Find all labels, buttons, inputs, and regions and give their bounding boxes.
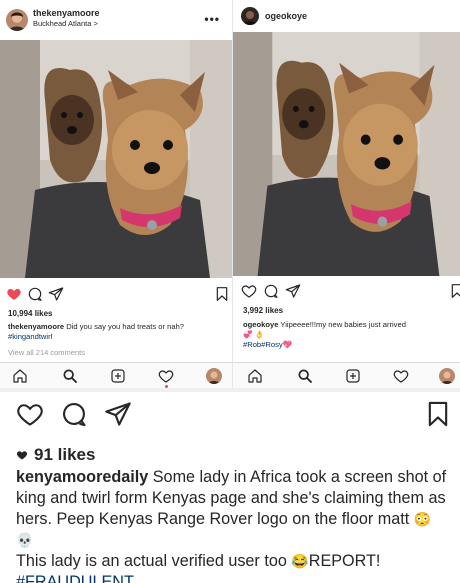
caption-username[interactable]: ogeokoye xyxy=(243,320,278,329)
caption: ogeokoye Yiipeeee!!!my new babies just a… xyxy=(243,320,457,350)
caption-emoji: 😂 xyxy=(291,553,309,569)
caption-text-3: REPORT! xyxy=(308,552,381,570)
likes-count: 91 likes xyxy=(34,445,96,464)
heart-icon[interactable] xyxy=(241,283,257,299)
comment-icon[interactable] xyxy=(27,286,43,302)
home-icon[interactable] xyxy=(247,368,263,384)
bookmark-icon[interactable] xyxy=(424,400,452,428)
profile-icon[interactable] xyxy=(439,368,455,384)
profile-icon[interactable] xyxy=(206,368,222,384)
avatar[interactable] xyxy=(241,7,259,25)
repost-likes[interactable]: 91 likes xyxy=(16,445,95,465)
activity-icon[interactable] xyxy=(393,368,409,384)
bottom-tab-bar xyxy=(233,362,460,388)
post-photo[interactable] xyxy=(0,40,232,278)
likes-count[interactable]: 10,994 likes xyxy=(8,309,52,318)
caption-emoji: 💞 👌 xyxy=(243,330,265,339)
heart-icon[interactable] xyxy=(6,286,22,302)
hashtags[interactable]: #Rob#Rosy💖 xyxy=(243,340,292,349)
heart-icon[interactable] xyxy=(16,400,44,428)
avatar[interactable] xyxy=(6,9,28,31)
hashtag[interactable]: #FRAUDULENT xyxy=(16,573,134,583)
bottom-tab-bar xyxy=(0,362,232,388)
view-comments-link[interactable]: View all 214 comments xyxy=(8,348,85,357)
post-header: ogeokoye xyxy=(233,0,460,32)
comment-icon[interactable] xyxy=(60,400,88,428)
bookmark-icon[interactable] xyxy=(449,283,460,299)
caption-text-2: This lady is an actual verified user too xyxy=(16,552,292,570)
username[interactable]: thekenyamoore xyxy=(33,8,100,19)
post-actions xyxy=(0,286,232,304)
location[interactable]: Buckhead Atlanta > xyxy=(33,19,100,29)
activity-icon[interactable] xyxy=(158,368,174,384)
share-icon[interactable] xyxy=(104,400,132,428)
caption-text: Yiipeeee!!!my new babies just arrived xyxy=(278,320,406,329)
left-post: thekenyamoore Buckhead Atlanta > ••• 10,… xyxy=(0,0,232,388)
likes-count[interactable]: 3,992 likes xyxy=(243,306,283,315)
caption-username[interactable]: thekenyamoore xyxy=(8,322,64,331)
username[interactable]: ogeokoye xyxy=(265,11,307,22)
post-actions xyxy=(233,283,460,301)
bookmark-icon[interactable] xyxy=(214,286,230,302)
caption-username[interactable]: kenyamooredaily xyxy=(16,468,148,486)
comment-icon[interactable] xyxy=(263,283,279,299)
post-header: thekenyamoore Buckhead Atlanta > ••• xyxy=(0,0,232,40)
search-icon[interactable] xyxy=(62,368,78,384)
repost-caption: kenyamooredaily Some lady in Africa took… xyxy=(16,467,448,583)
caption-text: Did you say you had treats or nah? xyxy=(64,322,185,331)
caption: thekenyamoore Did you say you had treats… xyxy=(8,322,230,342)
add-icon[interactable] xyxy=(345,368,361,384)
add-icon[interactable] xyxy=(110,368,126,384)
hashtag[interactable]: #kingandtwirl xyxy=(8,332,52,341)
share-icon[interactable] xyxy=(285,283,301,299)
share-icon[interactable] xyxy=(48,286,64,302)
post-photo[interactable] xyxy=(233,32,460,276)
more-icon[interactable]: ••• xyxy=(204,12,220,26)
heart-icon xyxy=(16,451,28,460)
right-post: ogeokoye 3,992 likes ogeokoye Yiipeeee!!… xyxy=(232,0,460,388)
search-icon[interactable] xyxy=(297,368,313,384)
divider xyxy=(0,388,460,392)
home-icon[interactable] xyxy=(12,368,28,384)
repost-actions xyxy=(0,400,460,430)
